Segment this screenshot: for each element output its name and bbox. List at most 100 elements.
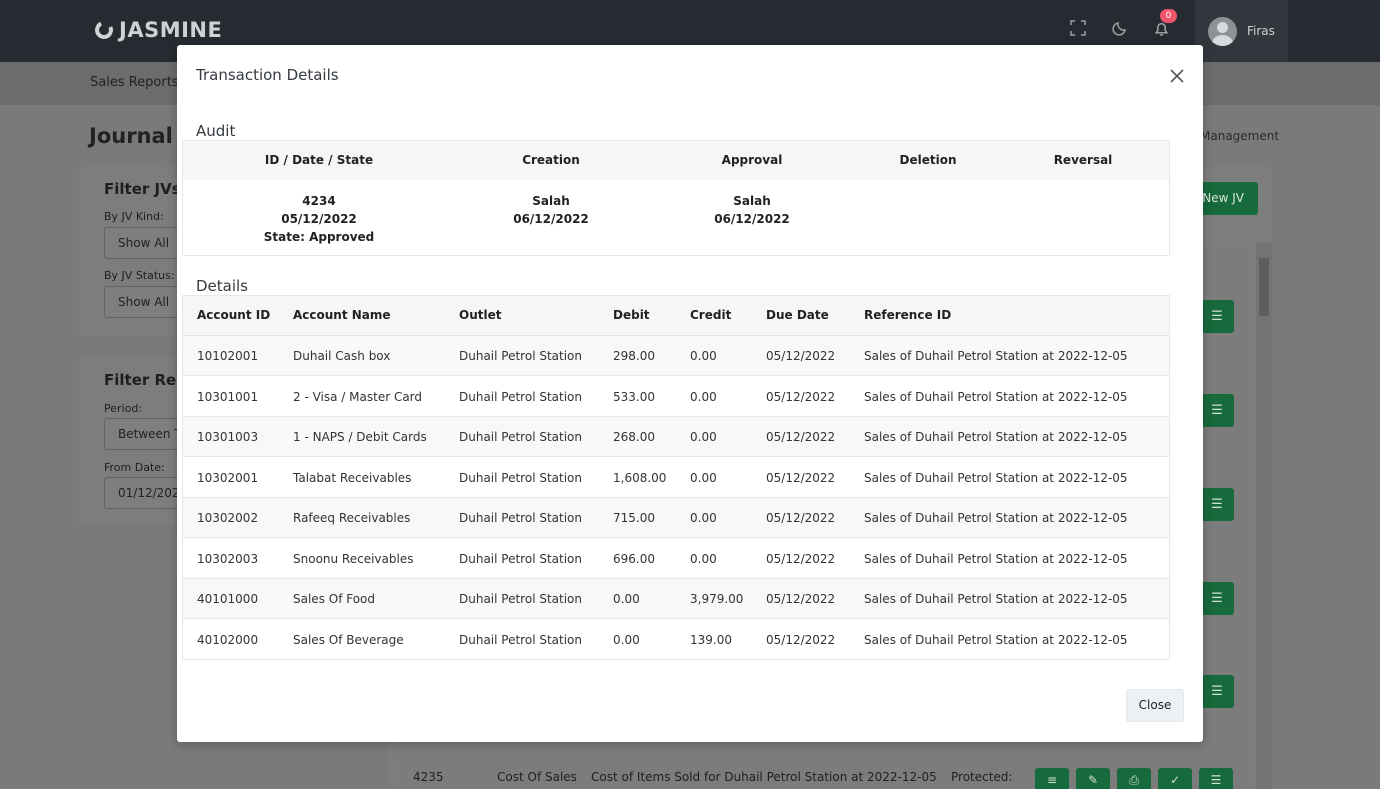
outlet-cell: Duhail Petrol Station [459, 430, 583, 444]
debit-cell: 298.00 [613, 349, 655, 363]
scrollbar-thumb[interactable] [1259, 258, 1269, 316]
moon-icon[interactable] [1110, 20, 1130, 40]
creation-user: Salah [532, 194, 570, 208]
user-name: Firas [1247, 24, 1275, 38]
credit-cell: 139.00 [690, 632, 732, 647]
status-label: By JV Status: [104, 269, 175, 282]
account-name-cell: 1 - NAPS / Debit Cards [293, 430, 427, 444]
table-row: 10302002 Rafeeq Receivables Duhail Petrol … [183, 498, 1169, 538]
scrollbar[interactable] [1256, 243, 1272, 789]
debit-cell: 0.00 [613, 632, 640, 647]
due-date-cell: 05/12/2022 [766, 389, 836, 404]
account-id-cell: 10302001 [197, 470, 259, 485]
reference-id-cell: Sales of Duhail Petrol Station at 2022-1… [864, 349, 1128, 363]
audit-header: Creation [522, 153, 580, 167]
filter-jvs-title: Filter JVs [104, 180, 181, 198]
check-icon[interactable]: ✓ [1158, 768, 1192, 789]
sliders-icon[interactable]: ☰ [1199, 768, 1233, 789]
debit-cell: 268.00 [613, 430, 655, 444]
user-menu[interactable]: Firas [1195, 0, 1288, 62]
due-date-cell: 05/12/2022 [766, 430, 836, 444]
account-name-cell: Talabat Receivables [293, 470, 412, 485]
account-name-cell: Sales Of Beverage [293, 632, 404, 647]
sliders-icon[interactable]: ☰ [1200, 300, 1234, 333]
details-header: Due Date [766, 308, 829, 322]
fullscreen-icon[interactable] [1068, 20, 1088, 40]
approval-date: 06/12/2022 [714, 212, 790, 226]
account-id-cell: 10302002 [197, 511, 259, 525]
credit-cell: 0.00 [690, 430, 717, 444]
audit-header: Reversal [1053, 153, 1113, 167]
audit-header-row: ID / Date / State Creation Approval Dele… [183, 141, 1169, 180]
audit-header: ID / Date / State [264, 153, 374, 167]
table-row: 40101000 Sales Of Food Duhail Petrol Stati… [183, 579, 1169, 619]
nav-item-sales-reports[interactable]: Sales Reports [90, 75, 179, 90]
reference-id-cell: Sales of Duhail Petrol Station at 2022-1… [864, 430, 1128, 444]
reference-id-cell: Sales of Duhail Petrol Station at 2022-1… [864, 389, 1128, 404]
details-header: Account ID [197, 308, 271, 322]
table-row: 10302003 Snoonu Receivables Duhail Petrol … [183, 539, 1169, 579]
sliders-icon[interactable]: ☰ [1200, 582, 1234, 615]
credit-cell: 0.00 [690, 511, 717, 525]
sliders-icon[interactable]: ☰ [1200, 675, 1234, 708]
account-id-cell: 10302003 [197, 551, 259, 566]
credit-cell: 0.00 [690, 470, 717, 485]
bell-icon[interactable] [1151, 20, 1171, 40]
credit-cell: 0.00 [690, 389, 717, 404]
audit-date: 05/12/2022 [281, 212, 357, 226]
table-row: 10301001 2 - Visa / Master Card Duhail Pet… [183, 377, 1169, 417]
close-icon[interactable] [1167, 66, 1187, 86]
table-row: 40102000 Sales Of Beverage Duhail Petrol S… [183, 620, 1169, 660]
outlet-cell: Duhail Petrol Station [459, 551, 583, 566]
details-header: Outlet [459, 308, 502, 322]
close-button[interactable]: Close [1126, 689, 1184, 722]
details-header: Credit [690, 308, 732, 322]
account-name-cell: 2 - Visa / Master Card [293, 389, 423, 404]
audit-header: Approval [721, 153, 783, 167]
sliders-icon[interactable]: ☰ [1200, 488, 1234, 521]
due-date-cell: 05/12/2022 [766, 551, 836, 566]
avatar [1208, 16, 1237, 46]
print-icon[interactable]: ⎙ [1117, 768, 1151, 789]
audit-state: State: Approved [263, 230, 375, 244]
reference-id-cell: Sales of Duhail Petrol Station at 2022-1… [864, 470, 1128, 485]
audit-id-cell: 4234 05/12/2022 State: Approved [219, 192, 419, 246]
bg-row-kind: Cost Of Sales [497, 770, 577, 784]
table-row: 10302001 Talabat Receivables Duhail Petrol… [183, 458, 1169, 498]
edit-icon[interactable]: ✎ [1076, 768, 1110, 789]
details-table: Account ID Account Name Outlet Debit Cre… [182, 295, 1170, 660]
debit-cell: 0.00 [613, 592, 640, 606]
notification-badge: 0 [1160, 9, 1177, 23]
audit-approval-cell: Salah 06/12/2022 [652, 192, 852, 228]
account-name-cell: Snoonu Receivables [293, 551, 414, 566]
table-row: 10102001 Duhail Cash box Duhail Petrol Sta… [183, 336, 1169, 376]
outlet-cell: Duhail Petrol Station [459, 349, 583, 363]
breadcrumb[interactable]: Management [1200, 129, 1279, 143]
audit-creation-cell: Salah 06/12/2022 [451, 192, 651, 228]
brand-logo[interactable]: JASMINE [92, 18, 222, 42]
account-id-cell: 10102001 [197, 349, 259, 363]
period-label: Period: [104, 402, 143, 415]
account-name-cell: Sales Of Food [293, 592, 376, 606]
from-date-label: From Date: [104, 461, 165, 474]
debit-cell: 533.00 [613, 389, 655, 404]
transaction-details-modal: Transaction Details Audit ID / Date / St… [177, 45, 1203, 742]
list-icon[interactable]: ≡ [1035, 768, 1069, 789]
account-name-cell: Duhail Cash box [293, 349, 391, 363]
reference-id-cell: Sales of Duhail Petrol Station at 2022-1… [864, 551, 1128, 566]
details-header: Account Name [293, 308, 391, 322]
due-date-cell: 05/12/2022 [766, 349, 836, 363]
debit-cell: 1,608.00 [613, 470, 667, 485]
audit-title: Audit [196, 122, 236, 140]
modal-title: Transaction Details [196, 66, 339, 84]
sliders-icon[interactable]: ☰ [1200, 394, 1234, 427]
due-date-cell: 05/12/2022 [766, 511, 836, 525]
reference-id-cell: Sales of Duhail Petrol Station at 2022-1… [864, 632, 1128, 647]
details-header: Reference ID [864, 308, 952, 322]
approval-user: Salah [733, 194, 771, 208]
account-name-cell: Rafeeq Receivables [293, 511, 411, 525]
details-header: Debit [613, 308, 650, 322]
brand-mark-icon [92, 18, 116, 42]
account-id-cell: 10301003 [197, 430, 259, 444]
bg-row-description: Cost of Items Sold for Duhail Petrol Sta… [591, 770, 937, 784]
